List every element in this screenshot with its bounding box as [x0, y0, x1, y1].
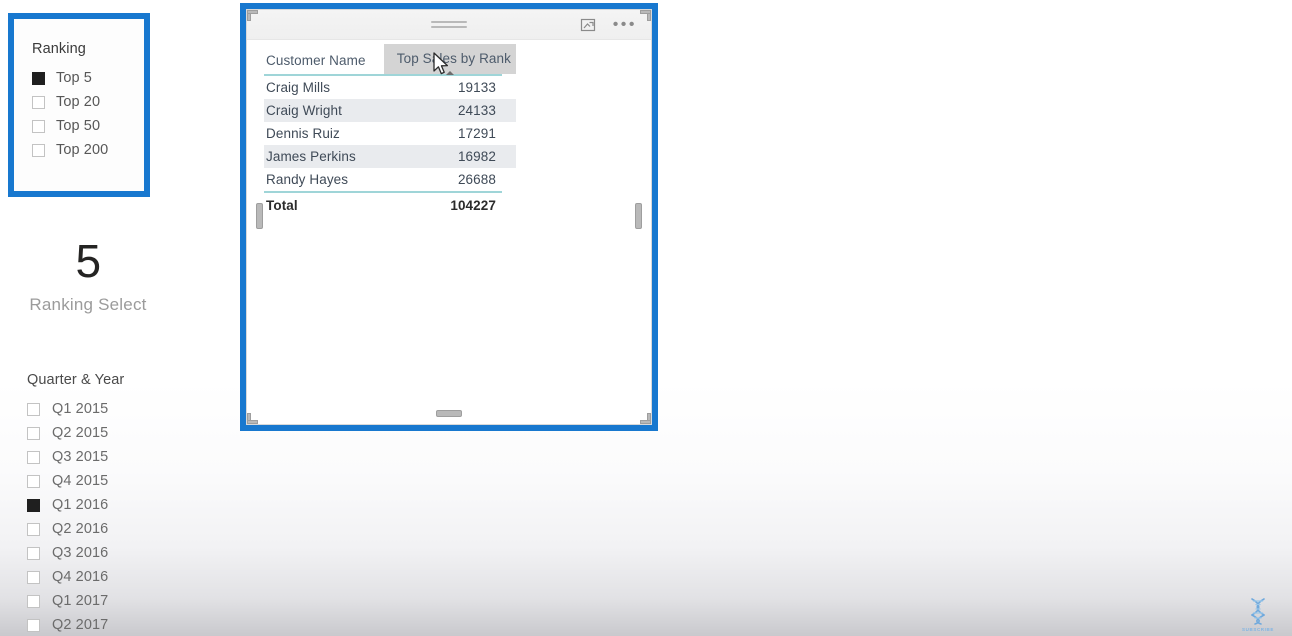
total-label: Total — [266, 197, 298, 213]
quarter-option-label: Q1 2015 — [52, 401, 109, 417]
dna-helix-icon — [1251, 598, 1265, 625]
quarter-year-slicer[interactable]: Quarter & Year Q1 2015 Q2 2015 Q3 2015 Q… — [27, 372, 187, 636]
resize-handle-top-left[interactable] — [247, 10, 260, 53]
checkbox-top-5[interactable] — [32, 71, 45, 85]
cell-customer-name: Randy Hayes — [266, 172, 349, 187]
quarter-option-q4-2015[interactable]: Q4 2015 — [27, 469, 187, 493]
table-row[interactable]: Craig Wright 24133 — [264, 99, 516, 122]
checkbox-q3-2015[interactable] — [27, 450, 40, 464]
visual-header-icons: ••• — [579, 16, 637, 34]
checkbox-q1-2015[interactable] — [27, 402, 40, 416]
quarter-option-label: Q1 2017 — [52, 593, 109, 609]
checkbox-q4-2015[interactable] — [27, 474, 40, 488]
resize-handle-right[interactable] — [635, 203, 642, 229]
resize-handle-left[interactable] — [256, 203, 263, 229]
quarter-option-q1-2015[interactable]: Q1 2015 — [27, 397, 187, 421]
table-visual-highlight: ••• Customer Name Top Sales by Rank Crai… — [240, 3, 658, 431]
checkbox-q2-2017[interactable] — [27, 618, 40, 632]
quarter-option-q2-2015[interactable]: Q2 2015 — [27, 421, 187, 445]
ranking-option-label: Top 200 — [56, 142, 109, 158]
column-header-customer-name[interactable]: Customer Name — [264, 53, 384, 74]
quarter-option-label: Q4 2016 — [52, 569, 109, 585]
more-options-icon[interactable]: ••• — [613, 17, 637, 33]
ranking-option-label: Top 50 — [56, 118, 101, 134]
checkbox-q1-2016[interactable] — [27, 498, 40, 512]
drag-handle-icon[interactable] — [431, 21, 467, 31]
cell-customer-name: Craig Mills — [266, 80, 331, 95]
table-row[interactable]: Randy Hayes 26688 — [264, 168, 516, 191]
ranking-slicer-title: Ranking — [32, 41, 86, 57]
total-value: 104227 — [450, 197, 496, 213]
data-table: Customer Name Top Sales by Rank Craig Mi… — [264, 44, 516, 217]
focus-mode-icon[interactable] — [579, 16, 597, 34]
ranking-select-card[interactable]: 5 Ranking Select — [8, 236, 168, 336]
cell-customer-name: Craig Wright — [266, 103, 342, 118]
quarter-option-q1-2017[interactable]: Q1 2017 — [27, 589, 187, 613]
checkbox-q2-2016[interactable] — [27, 522, 40, 536]
table-header-row: Customer Name Top Sales by Rank — [264, 44, 516, 75]
table-row[interactable]: Dennis Ruiz 17291 — [264, 122, 516, 145]
quarter-option-q2-2017[interactable]: Q2 2017 — [27, 613, 187, 636]
table-total-row: Total 104227 — [264, 193, 516, 217]
quarter-option-q3-2016[interactable]: Q3 2016 — [27, 541, 187, 565]
table-row[interactable]: James Perkins 16982 — [264, 145, 516, 168]
checkbox-q4-2016[interactable] — [27, 570, 40, 584]
checkbox-q3-2016[interactable] — [27, 546, 40, 560]
cell-customer-name: James Perkins — [266, 149, 356, 164]
ranking-option-label: Top 20 — [56, 94, 101, 110]
ranking-slicer[interactable]: Ranking Top 5 Top 20 Top 50 Top 200 — [14, 19, 144, 191]
checkbox-top-50[interactable] — [32, 119, 45, 133]
table-visual[interactable]: ••• Customer Name Top Sales by Rank Crai… — [246, 9, 652, 425]
quarter-option-q1-2016[interactable]: Q1 2016 — [27, 493, 187, 517]
cell-top-sales: 24133 — [457, 103, 496, 118]
table-row[interactable]: Craig Mills 19133 — [264, 76, 516, 99]
quarter-option-label: Q2 2016 — [52, 521, 109, 537]
checkbox-q1-2017[interactable] — [27, 594, 40, 608]
quarter-year-slicer-title: Quarter & Year — [27, 372, 125, 388]
quarter-option-label: Q4 2015 — [52, 473, 109, 489]
subscribe-label: SUBSCRIBE — [1242, 627, 1274, 632]
resize-handle-bottom-right[interactable] — [247, 79, 651, 424]
card-label: Ranking Select — [29, 295, 147, 314]
checkbox-q2-2015[interactable] — [27, 426, 40, 440]
quarter-option-label: Q1 2016 — [52, 497, 109, 513]
ranking-option-top-200[interactable]: Top 200 — [32, 138, 144, 162]
sort-ascending-icon — [446, 71, 454, 75]
quarter-option-label: Q2 2015 — [52, 425, 109, 441]
ranking-option-label: Top 5 — [56, 70, 92, 86]
ranking-option-top-20[interactable]: Top 20 — [32, 90, 144, 114]
cell-top-sales: 19133 — [457, 80, 496, 95]
cell-top-sales: 17291 — [457, 126, 496, 141]
ranking-slicer-highlight: Ranking Top 5 Top 20 Top 50 Top 200 — [8, 13, 150, 197]
resize-handle-bottom-left[interactable] — [247, 66, 260, 424]
subscribe-badge[interactable]: SUBSCRIBE — [1236, 588, 1280, 632]
quarter-option-q2-2016[interactable]: Q2 2016 — [27, 517, 187, 541]
ranking-option-top-50[interactable]: Top 50 — [32, 114, 144, 138]
column-header-label: Top Sales by Rank — [396, 51, 511, 66]
quarter-option-label: Q2 2017 — [52, 617, 109, 633]
checkbox-top-200[interactable] — [32, 143, 45, 157]
ranking-option-top-5[interactable]: Top 5 — [32, 66, 144, 90]
visual-header-bar: ••• — [247, 10, 651, 40]
quarter-option-q3-2015[interactable]: Q3 2015 — [27, 445, 187, 469]
cell-customer-name: Dennis Ruiz — [266, 126, 340, 141]
cell-top-sales: 16982 — [457, 149, 496, 164]
cell-top-sales: 26688 — [457, 172, 496, 187]
column-header-top-sales-by-rank[interactable]: Top Sales by Rank — [384, 44, 516, 75]
resize-handle-bottom[interactable] — [436, 410, 462, 417]
quarter-option-q4-2016[interactable]: Q4 2016 — [27, 565, 187, 589]
card-value: 5 — [75, 235, 101, 287]
quarter-option-label: Q3 2016 — [52, 545, 109, 561]
checkbox-top-20[interactable] — [32, 95, 45, 109]
resize-handle-top-right[interactable] — [247, 10, 651, 66]
quarter-option-label: Q3 2015 — [52, 449, 109, 465]
